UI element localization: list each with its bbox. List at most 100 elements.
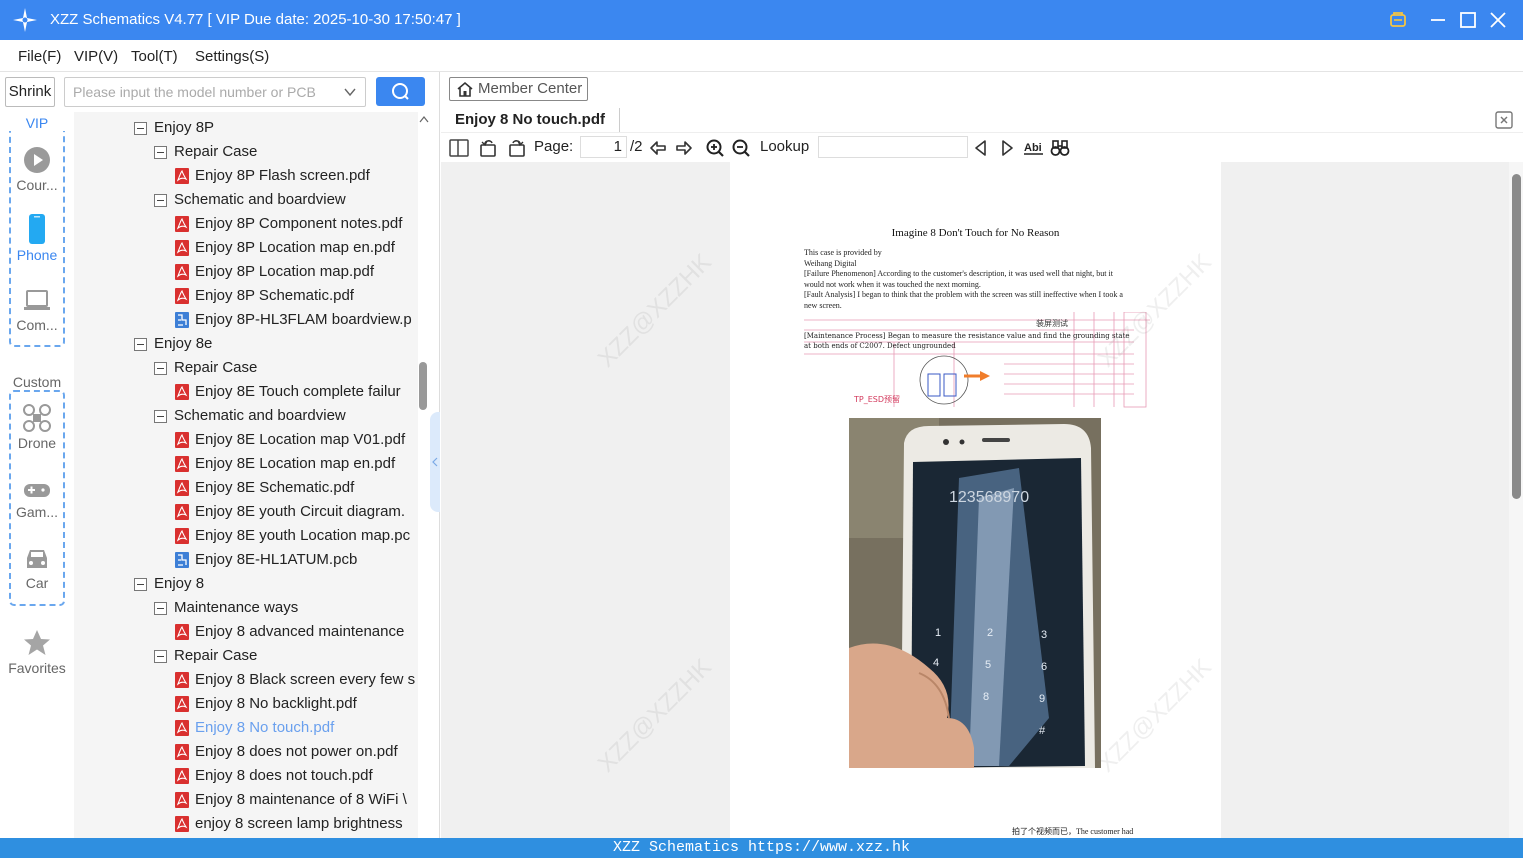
member-center-button[interactable]: Member Center [449, 77, 588, 101]
menu-file[interactable]: File(F) [18, 48, 61, 65]
drone-icon [23, 404, 51, 432]
find-next-icon[interactable] [997, 138, 1017, 158]
search-box [64, 77, 366, 107]
minimize-icon[interactable] [1424, 6, 1452, 34]
category-computer[interactable]: Com... [0, 287, 74, 333]
match-case-icon[interactable]: Abi [1024, 138, 1044, 158]
pdf-file-icon [175, 504, 189, 520]
pdf-footer-text: 拍了个视频而已，The customer had [1012, 827, 1134, 836]
zoom-in-icon[interactable] [705, 138, 725, 158]
menu-bar: File(F) VIP(V) Tool(T) Settings(S) [0, 40, 1523, 72]
tree-item-label: Repair Case [174, 359, 258, 376]
left-panel: Shrink VIP Cour... [0, 72, 440, 838]
pdf-file-icon [175, 720, 189, 736]
page-number-input[interactable]: 1 [580, 136, 627, 158]
pdf-line: [Fault Analysis] I began to think that t… [804, 290, 1123, 299]
collapse-toggle-icon[interactable] [134, 578, 147, 591]
panel-collapse-handle[interactable] [430, 412, 440, 512]
car-icon [27, 550, 47, 568]
rotate-right-icon[interactable] [506, 138, 526, 158]
tree-item-label: Enjoy 8P [154, 119, 215, 136]
search-input[interactable] [65, 78, 335, 106]
shrink-button[interactable]: Shrink [5, 77, 55, 107]
category-car[interactable]: Car [0, 545, 74, 591]
watermark: XZZ@XZZHK [592, 248, 717, 373]
sidebar-toggle-icon[interactable] [449, 138, 469, 158]
vip-icon[interactable] [1384, 6, 1412, 34]
search-button[interactable] [376, 77, 425, 106]
phone-photo-graphic: 123 456 789 # 123568970 [849, 418, 1101, 768]
pdf-body-text: This case is provided by Weihang Digital… [804, 248, 1154, 311]
vip-group-label: VIP [0, 115, 74, 131]
tree-item-label: Enjoy 8E-HL1ATUM.pcb [195, 551, 358, 568]
svg-text:9: 9 [1039, 693, 1045, 705]
close-tab-icon[interactable] [1495, 111, 1513, 129]
maximize-icon[interactable] [1454, 6, 1482, 34]
menu-settings[interactable]: Settings(S) [195, 48, 269, 65]
category-drone[interactable]: Drone [0, 403, 74, 451]
pdf-file-icon [175, 288, 189, 304]
pdf-line: Weihang Digital [804, 258, 857, 268]
svg-text:4: 4 [933, 657, 939, 669]
page-total: /2 [630, 138, 643, 155]
pcb-file-icon [175, 552, 189, 568]
tree-item-label: Enjoy 8 Black screen every few s [195, 671, 416, 688]
pdf-scroll-thumb[interactable] [1512, 174, 1521, 499]
tree-scrollbar[interactable] [418, 112, 430, 838]
tree-item-label: Schematic and boardview [174, 407, 346, 424]
tree-item-label: Enjoy 8E Touch complete failur [195, 383, 401, 400]
zoom-out-icon[interactable] [731, 138, 751, 158]
tree-item-label: Enjoy 8P Component notes.pdf [195, 215, 403, 232]
pdf-file-icon [175, 816, 189, 832]
member-center-label: Member Center [478, 80, 583, 97]
collapse-toggle-icon[interactable] [154, 650, 167, 663]
chevron-down-icon[interactable] [343, 85, 357, 99]
menu-vip[interactable]: VIP(V) [74, 48, 118, 65]
collapse-toggle-icon[interactable] [154, 602, 167, 615]
svg-text:1: 1 [935, 627, 941, 639]
collapse-toggle-icon[interactable] [134, 122, 147, 135]
pdf-file-icon [175, 264, 189, 280]
arrow-left-icon[interactable] [648, 138, 668, 158]
pdf-viewer[interactable]: Imagine 8 Don't Touch for No Reason This… [441, 162, 1523, 838]
category-courses[interactable]: Cour... [0, 145, 74, 193]
collapse-toggle-icon[interactable] [154, 410, 167, 423]
pdf-toolbar: Page: 1 /2 Lookup Abi [441, 134, 1523, 162]
collapse-toggle-icon[interactable] [154, 146, 167, 159]
tree-scroll-thumb[interactable] [419, 362, 427, 410]
pdf-scrollbar[interactable] [1509, 162, 1523, 838]
arrow-right-icon[interactable] [674, 138, 694, 158]
close-icon[interactable] [1484, 6, 1512, 34]
category-phone-label: Phone [16, 247, 58, 263]
tree-item-label: Enjoy 8 No backlight.pdf [195, 695, 357, 712]
page-label: Page: [534, 138, 574, 155]
pdf-process-line: at both ends of C2007. Defect ungrounded [804, 342, 956, 350]
tree-item-label: Enjoy 8E youth Location map.pc [195, 527, 411, 544]
home-icon [457, 81, 473, 97]
find-previous-icon[interactable] [971, 138, 991, 158]
tree-item-label: enjoy 8 screen lamp brightness [195, 815, 403, 832]
tree-item-label: Enjoy 8P Location map en.pdf [195, 239, 395, 256]
svg-text:2: 2 [987, 627, 993, 639]
tree-item-label: Enjoy 8P-HL3FLAM boardview.p [195, 311, 412, 328]
tree-item-label: Enjoy 8P Schematic.pdf [195, 287, 354, 304]
rotate-left-icon[interactable] [479, 138, 499, 158]
category-phone[interactable]: Phone [0, 213, 74, 263]
phone-icon [29, 214, 45, 244]
tab-enjoy-8-no-touch[interactable]: Enjoy 8 No touch.pdf [455, 108, 620, 132]
pdf-file-icon [175, 216, 189, 232]
collapse-toggle-icon[interactable] [154, 194, 167, 207]
category-games[interactable]: Gam... [0, 478, 74, 520]
lookup-input[interactable] [818, 136, 968, 158]
binoculars-icon[interactable] [1050, 138, 1070, 158]
scroll-up-icon[interactable] [419, 115, 429, 123]
menu-tool[interactable]: Tool(T) [131, 48, 178, 65]
tree-item-label: Repair Case [174, 143, 258, 160]
collapse-toggle-icon[interactable] [154, 362, 167, 375]
svg-text:8: 8 [983, 691, 989, 703]
collapse-toggle-icon[interactable] [134, 338, 147, 351]
tree-item-label: Enjoy 8 advanced maintenance [195, 623, 405, 640]
tree-item-label: Enjoy 8E Schematic.pdf [195, 479, 355, 496]
favorites-button[interactable]: Favorites [0, 628, 74, 676]
lookup-label: Lookup [760, 138, 810, 155]
